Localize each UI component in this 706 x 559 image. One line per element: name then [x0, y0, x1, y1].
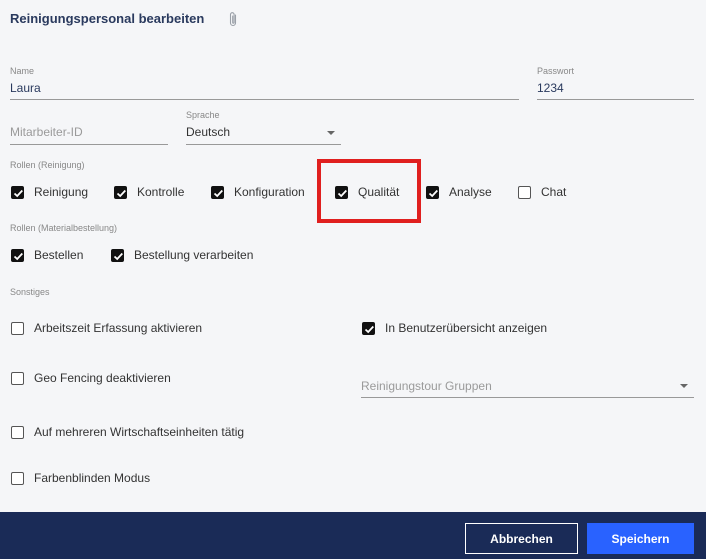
checkbox-arbeitszeit[interactable]: Arbeitszeit Erfassung aktivieren: [11, 321, 202, 335]
checkbox-checked-icon: [211, 185, 224, 199]
checkbox-checked-icon: [111, 248, 124, 262]
checkbox-label: Auf mehreren Wirtschaftseinheiten tätig: [34, 425, 245, 439]
name-label: Name: [10, 66, 35, 76]
checkbox-unchecked-icon: [11, 425, 24, 439]
checkbox-label: Farbenblinden Modus: [34, 471, 151, 485]
checkbox-label: Chat: [541, 185, 567, 199]
cleaning-tour-select[interactable]: Reinigungstour Gruppen: [361, 374, 694, 398]
misc-label: Sonstiges: [10, 287, 50, 297]
password-label: Passwort: [537, 66, 575, 76]
checkbox-label: Konfiguration: [234, 185, 305, 199]
roles-cleaning-label: Rollen (Reinigung): [10, 160, 85, 170]
password-underline: [537, 99, 694, 100]
checkbox-bestellung-verarbeiten[interactable]: Bestellung verarbeiten: [111, 248, 253, 262]
name-field[interactable]: Name Laura: [10, 66, 519, 100]
paperclip-icon[interactable]: [227, 11, 239, 28]
password-value: 1234: [537, 81, 564, 95]
chevron-down-icon: [680, 384, 688, 388]
checkbox-farbenblinden-modus[interactable]: Farbenblinden Modus: [11, 471, 150, 485]
checkbox-bestellen[interactable]: Bestellen: [11, 248, 83, 262]
checkbox-chat[interactable]: Chat: [518, 185, 566, 199]
checkbox-label: Arbeitszeit Erfassung aktivieren: [34, 321, 203, 335]
checkbox-checked-icon: [362, 321, 375, 335]
checkbox-geo-fencing[interactable]: Geo Fencing deaktivieren: [11, 371, 171, 385]
name-value: Laura: [10, 81, 41, 95]
checkbox-checked-icon: [11, 248, 24, 262]
cleaning-tour-underline: [361, 397, 694, 398]
checkbox-label: Geo Fencing deaktivieren: [34, 371, 171, 385]
checkbox-benutzeruebersicht[interactable]: In Benutzerübersicht anzeigen: [362, 321, 547, 335]
checkbox-konfiguration[interactable]: Konfiguration: [211, 185, 305, 199]
roles-material-label: Rollen (Materialbestellung): [10, 223, 118, 233]
dialog-title: Reinigungspersonal bearbeiten: [10, 11, 205, 26]
checkbox-label: Reinigung: [34, 185, 89, 199]
dialog-footer: Abbrechen Speichern: [0, 512, 706, 559]
employee-id-placeholder: Mitarbeiter-ID: [10, 125, 83, 139]
password-field[interactable]: Passwort 1234: [537, 66, 694, 100]
checkbox-label: Bestellung verarbeiten: [134, 248, 254, 262]
cleaning-tour-placeholder: Reinigungstour Gruppen: [361, 379, 492, 393]
checkbox-mehrere-wirtschaftseinheiten[interactable]: Auf mehreren Wirtschaftseinheiten tätig: [11, 425, 244, 439]
checkbox-kontrolle[interactable]: Kontrolle: [114, 185, 184, 199]
checkbox-unchecked-icon: [11, 371, 24, 385]
save-button[interactable]: Speichern: [587, 523, 694, 554]
checkbox-label: In Benutzerübersicht anzeigen: [385, 321, 548, 335]
cancel-button[interactable]: Abbrechen: [465, 523, 578, 554]
checkbox-unchecked-icon: [11, 321, 24, 335]
language-underline: [186, 144, 341, 145]
checkbox-checked-icon: [426, 185, 439, 199]
checkbox-unchecked-icon: [11, 471, 24, 485]
highlight-box: [317, 159, 421, 223]
checkbox-checked-icon: [11, 185, 24, 199]
checkbox-label: Kontrolle: [137, 185, 185, 199]
employee-id-field[interactable]: Mitarbeiter-ID: [10, 118, 168, 145]
checkbox-reinigung[interactable]: Reinigung: [11, 185, 88, 199]
checkbox-checked-icon: [114, 185, 127, 199]
checkbox-label: Bestellen: [34, 248, 84, 262]
checkbox-analyse[interactable]: Analyse: [426, 185, 492, 199]
language-label: Sprache: [186, 110, 220, 120]
chevron-down-icon: [327, 131, 335, 135]
language-select[interactable]: Sprache Deutsch: [186, 110, 341, 145]
employee-id-underline: [10, 144, 168, 145]
checkbox-unchecked-icon: [518, 185, 531, 199]
name-underline: [10, 99, 519, 100]
language-value: Deutsch: [186, 125, 231, 139]
checkbox-label: Analyse: [449, 185, 492, 199]
